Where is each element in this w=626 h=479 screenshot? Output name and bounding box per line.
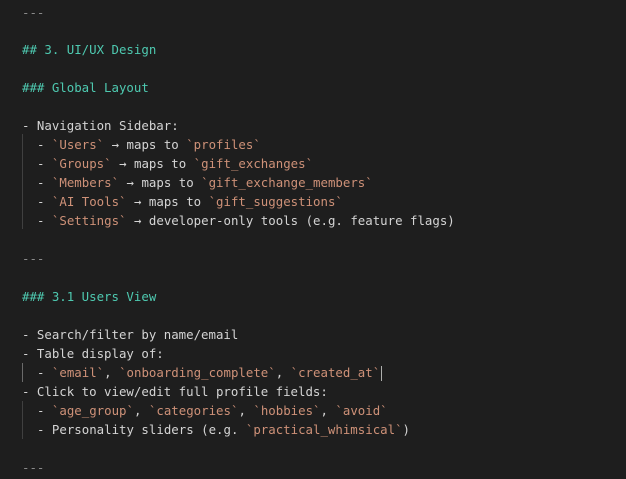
indent-guide-active: [22, 363, 23, 382]
horizontal-rule: ---: [22, 460, 45, 475]
indent-guide: [22, 401, 23, 439]
users-table-item: - Table display of:: [22, 346, 164, 361]
text-cursor: [381, 366, 383, 381]
section-heading: ## 3. UI/UX Design: [22, 42, 157, 57]
table-columns-item: - `email`, `onboarding_complete`, `creat…: [37, 365, 383, 381]
users-view-heading: ### 3.1 Users View: [22, 289, 157, 304]
nav-item-users: - `Users` → maps to `profiles`: [37, 137, 261, 152]
profile-fields-item: - `age_group`, `categories`, `hobbies`, …: [37, 403, 388, 418]
nav-item-settings: - `Settings` → developer-only tools (e.g…: [37, 213, 455, 228]
markdown-editor[interactable]: --- ## 3. UI/UX Design ### Global Layout…: [0, 0, 626, 479]
global-layout-heading: ### Global Layout: [22, 80, 149, 95]
personality-sliders-item: - Personality sliders (e.g. `practical_w…: [37, 422, 410, 437]
indent-guide: [22, 134, 23, 229]
nav-item-groups: - `Groups` → maps to `gift_exchanges`: [37, 156, 314, 171]
users-click-item: - Click to view/edit full profile fields…: [22, 384, 328, 399]
nav-item-members: - `Members` → maps to `gift_exchange_mem…: [37, 175, 373, 190]
horizontal-rule: ---: [22, 251, 45, 266]
nav-sidebar-intro: - Navigation Sidebar:: [22, 118, 179, 133]
nav-item-ai-tools: - `AI Tools` → maps to `gift_suggestions…: [37, 194, 343, 209]
users-search-item: - Search/filter by name/email: [22, 327, 239, 342]
horizontal-rule: ---: [22, 5, 45, 20]
